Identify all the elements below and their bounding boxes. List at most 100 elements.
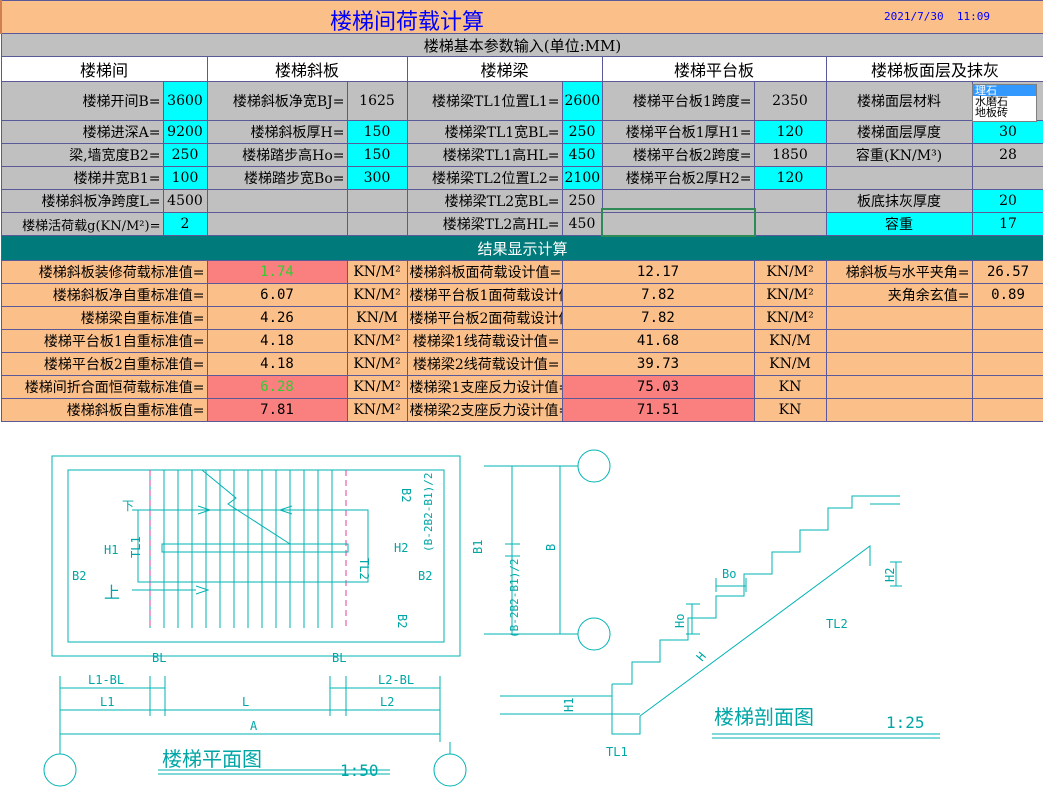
empty-cell [206,212,348,236]
input-value-plaster-thickness[interactable]: 20 [971,189,1043,213]
input-value-ho[interactable]: 150 [346,143,408,167]
input-label: 楼梯斜板厚H= [206,120,348,144]
input-value-bj[interactable]: 1625 [346,81,408,121]
input-value-h2[interactable]: 120 [753,166,827,190]
axis-circle-left [43,753,77,787]
input-label: 楼梯梁TL2宽BL= [406,189,563,213]
empty-cell [346,189,408,213]
input-value-platform2-span[interactable]: 1850 [753,143,827,167]
section-label-h1: H1 [562,698,576,712]
result-unit: KN/M² [346,260,408,284]
result-unit: KN/M² [346,375,408,399]
material-option[interactable]: 地板砖 [973,107,1036,118]
result-value: 1.74 [206,260,348,284]
input-label: 楼梯梁TL2高HL= [406,212,563,236]
input-value-bl1[interactable]: 250 [561,120,603,144]
group-header-beam: 楼梯梁 [406,56,603,82]
stair-well [137,509,369,583]
input-value-l1[interactable]: 2600 [561,81,603,121]
plan-label-l2-bl: L2-BL [378,673,414,687]
input-value-bl2[interactable]: 250 [561,189,603,213]
empty-cell [971,329,1043,353]
result-label: 楼梯平台板2面荷载设计值= [406,306,563,330]
result-value: 4.18 [206,329,348,353]
calc-table: 楼梯间荷载计算 2021/7/30 11:09 楼梯基本参数输入(单位:MM) … [0,0,1043,422]
group-header-stairwell: 楼梯间 [0,56,208,82]
input-value-b[interactable]: 3600 [162,81,208,121]
input-value-h[interactable]: 150 [346,120,408,144]
input-value-finish-thickness[interactable]: 30 [971,120,1043,144]
result-unit: KN/M² [346,329,408,353]
empty-cell [753,212,827,236]
timestamp: 2021/7/30 11:09 [884,10,990,23]
input-value-a[interactable]: 9200 [162,120,208,144]
plan-label-l1: L1 [100,695,114,709]
input-label: 楼梯开间B= [0,81,164,121]
empty-cell [971,166,1043,190]
result-label: 楼梯梁2线荷载设计值= [406,352,563,376]
side-label-half-bottom: (B-2B2-B1)/2 [508,559,521,638]
page-title: 楼梯间荷载计算 [330,10,485,34]
spreadsheet: 楼梯间荷载计算 2021/7/30 11:09 楼梯基本参数输入(单位:MM) … [0,0,1043,426]
result-label: 楼梯平台板2自重标准值= [0,352,208,376]
result-label: 楼梯斜板自重标准值= [0,398,208,422]
result-label: 楼梯间折合面恒荷载标准值= [0,375,208,399]
plan-label-bl-right: BL [332,651,346,665]
input-value-b1[interactable]: 100 [162,166,208,190]
input-value-hl2[interactable]: 450 [561,212,603,236]
plan-label-l: L [242,695,249,709]
input-value-l2[interactable]: 2100 [561,166,603,190]
input-value-l[interactable]: 4500 [162,189,208,213]
result-label: 楼梯梁1线荷载设计值= [406,329,563,353]
result-label: 楼梯斜板面荷载设计值= [406,260,563,284]
result-unit: KN/M [753,329,827,353]
active-cell-border [601,208,756,237]
section-label-bo: Bo [722,567,736,581]
time-text: 11:09 [956,10,990,23]
group-header-platform: 楼梯平台板 [601,56,827,82]
input-label: 楼梯进深A= [0,120,164,144]
side-label-half-top: (B-2B2-B1)/2 [422,473,435,552]
input-label: 板底抹灰厚度 [825,189,973,213]
input-value-bo[interactable]: 300 [346,166,408,190]
empty-cell [206,189,348,213]
input-label: 楼梯面层厚度 [825,120,973,144]
input-value-hl1[interactable]: 450 [561,143,603,167]
result-value-angle: 26.57 [971,260,1043,284]
input-value-plaster-density[interactable]: 17 [971,212,1043,236]
input-label: 楼梯平台板2厚H2= [601,166,755,190]
section-slab-soffit [639,545,871,717]
input-value-b2[interactable]: 250 [162,143,208,167]
plan-label-down: 下 [122,499,134,513]
result-label: 梯斜板与水平夹角= [825,260,973,284]
input-value-live-load[interactable]: 2 [162,212,208,236]
side-label-b1: B1 [471,540,485,554]
input-label: 楼梯梁TL1宽BL= [406,120,563,144]
input-value-density[interactable]: 28 [971,143,1043,167]
result-label: 楼梯斜板装修荷载标准值= [0,260,208,284]
input-value-h1[interactable]: 120 [753,120,827,144]
result-value: 4.18 [206,352,348,376]
section-steps [612,495,870,685]
result-unit: KN/M [346,306,408,330]
empty-cell [971,352,1043,376]
plan-label-tl1: TL1 [129,536,143,558]
plan-label-b2-bottom: B2 [395,614,409,628]
empty-cell [825,375,973,399]
input-label: 楼梯平台板1厚H1= [601,120,755,144]
material-listbox[interactable]: 理石 水磨石 地板砖 [972,84,1037,122]
plan-title: 楼梯平面图 [162,747,262,771]
section-label-ho: Ho [673,614,687,628]
input-value-platform1-span[interactable]: 2350 [753,81,827,121]
result-label: 楼梯梁1支座反力设计值= [406,375,563,399]
break-line [201,469,291,545]
input-label: 楼梯梁TL1位置L1= [406,81,563,121]
input-label: 楼梯踏步高Ho= [206,143,348,167]
empty-cell [825,352,973,376]
result-value: 71.51 [561,398,755,422]
section-label-tl2: TL2 [826,617,848,631]
input-label: 楼梯平台板2跨度= [601,143,755,167]
input-section-header: 楼梯基本参数输入(单位:MM) [0,33,1043,57]
result-label: 楼梯梁自重标准值= [0,306,208,330]
plan-label-h1: H1 [104,543,118,557]
